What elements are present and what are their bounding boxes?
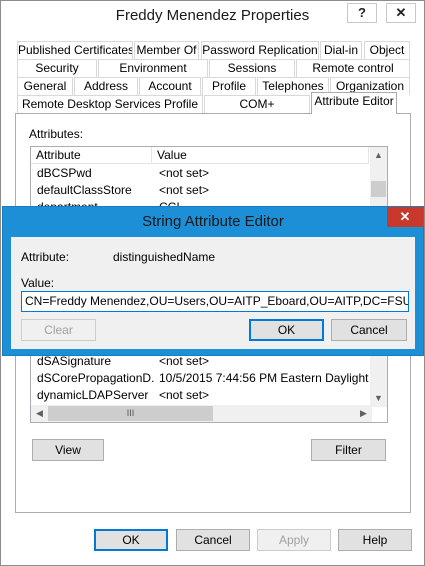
list-item[interactable]: dynamicLDAPServer <not set> bbox=[31, 387, 371, 404]
title-bar[interactable]: Freddy Menendez Properties ? ✕ bbox=[1, 1, 424, 33]
list-header: Attribute Value bbox=[31, 147, 369, 164]
tab-published-certificates[interactable]: Published Certificates bbox=[17, 41, 133, 59]
value-label: Value: bbox=[21, 276, 55, 290]
editor-cancel-button[interactable]: Cancel bbox=[331, 319, 407, 341]
close-window-button[interactable]: ✕ bbox=[386, 3, 416, 23]
tab-attribute-editor[interactable]: Attribute Editor bbox=[311, 92, 397, 114]
column-header-value[interactable]: Value bbox=[152, 147, 369, 164]
ok-button[interactable]: OK bbox=[94, 529, 168, 551]
attribute-value: <not set> bbox=[159, 183, 210, 197]
tab-com-plus[interactable]: COM+ bbox=[204, 95, 310, 113]
attribute-value: <not set> bbox=[159, 388, 210, 402]
dialog-title: String Attribute Editor bbox=[142, 213, 284, 230]
column-header-attribute[interactable]: Attribute bbox=[31, 147, 152, 164]
list-item[interactable]: dSCorePropagationD... 10/5/2015 7:44:56 … bbox=[31, 370, 374, 387]
list-item[interactable]: dBCSPwd <not set> bbox=[31, 165, 371, 182]
tab-remote-desktop-services-profile[interactable]: Remote Desktop Services Profile bbox=[17, 95, 203, 113]
tab-general[interactable]: General bbox=[17, 77, 73, 95]
scroll-down-icon[interactable]: ▼ bbox=[370, 390, 387, 407]
tab-password-replication[interactable]: Password Replication bbox=[201, 41, 319, 59]
tab-sessions[interactable]: Sessions bbox=[209, 59, 295, 77]
attributes-label: Attributes: bbox=[29, 127, 84, 141]
clear-button[interactable]: Clear bbox=[21, 319, 96, 341]
apply-button[interactable]: Apply bbox=[257, 529, 331, 551]
editor-ok-button[interactable]: OK bbox=[249, 319, 324, 341]
attribute-name: dSCorePropagationD... bbox=[37, 371, 155, 385]
horizontal-scroll-thumb[interactable]: III bbox=[48, 406, 213, 421]
horizontal-scrollbar[interactable]: ◀ III ▶ bbox=[31, 405, 372, 422]
filter-button[interactable]: Filter bbox=[311, 439, 386, 461]
tab-account[interactable]: Account bbox=[139, 77, 201, 95]
tab-object[interactable]: Object bbox=[364, 41, 410, 59]
close-icon[interactable]: ✕ bbox=[387, 207, 423, 227]
help-button[interactable]: Help bbox=[338, 529, 412, 551]
scroll-right-icon[interactable]: ▶ bbox=[355, 405, 372, 422]
tab-profile[interactable]: Profile bbox=[202, 77, 256, 95]
attribute-label: Attribute: bbox=[21, 250, 70, 264]
attribute-name: defaultClassStore bbox=[37, 183, 132, 197]
value-input[interactable]: CN=Freddy Menendez,OU=Users,OU=AITP_Eboa… bbox=[21, 291, 409, 312]
tab-environment[interactable]: Environment bbox=[98, 59, 208, 77]
tab-remote-control[interactable]: Remote control bbox=[296, 59, 410, 77]
vertical-scroll-thumb[interactable] bbox=[371, 181, 386, 197]
list-item[interactable]: defaultClassStore <not set> bbox=[31, 182, 371, 199]
string-attribute-editor-dialog: String Attribute Editor ✕ Attribute: dis… bbox=[2, 206, 424, 356]
tab-address[interactable]: Address bbox=[74, 77, 138, 95]
attribute-name: dynamicLDAPServer bbox=[37, 388, 149, 402]
dialog-body: Attribute: distinguishedName Value: CN=F… bbox=[11, 237, 415, 349]
attribute-name: dBCSPwd bbox=[37, 166, 92, 180]
attribute-value: 10/5/2015 7:44:56 PM Eastern Daylight Ti… bbox=[159, 371, 374, 385]
tab-dial-in[interactable]: Dial-in bbox=[320, 41, 362, 59]
scroll-up-icon[interactable]: ▲ bbox=[370, 147, 387, 164]
tab-member-of[interactable]: Member Of bbox=[134, 41, 199, 59]
scroll-left-icon[interactable]: ◀ bbox=[31, 405, 48, 422]
help-title-button[interactable]: ? bbox=[347, 3, 377, 23]
cancel-button[interactable]: Cancel bbox=[176, 529, 250, 551]
tab-security[interactable]: Security bbox=[17, 59, 97, 77]
attribute-name-value: distinguishedName bbox=[113, 250, 216, 264]
attribute-value: <not set> bbox=[159, 166, 210, 180]
view-button[interactable]: View bbox=[32, 439, 104, 461]
